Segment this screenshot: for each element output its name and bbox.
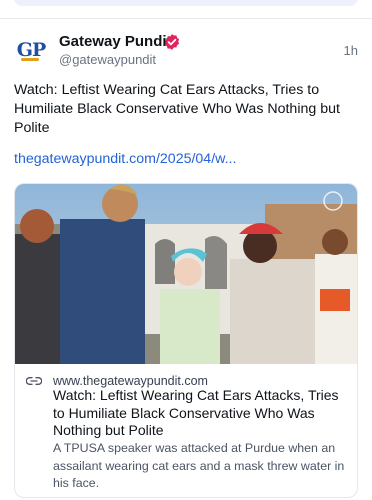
preview-image	[15, 184, 357, 364]
post-divider	[0, 18, 372, 19]
previous-post-bottom	[14, 0, 358, 6]
card-description: A TPUSA speaker was attacked at Purdue w…	[53, 441, 345, 490]
card-title[interactable]: Watch: Leftist Wearing Cat Ears Attacks,…	[53, 387, 349, 440]
avatar[interactable]: GP	[13, 33, 49, 69]
avatar-swoosh	[21, 58, 39, 61]
verified-badge-icon	[164, 34, 180, 50]
card-domain: www.thegatewaypundit.com	[53, 374, 208, 388]
author-handle[interactable]: @gatewaypundit	[59, 52, 156, 67]
post-timestamp[interactable]: 1h	[344, 43, 358, 58]
post-text: Watch: Leftist Wearing Cat Ears Attacks,…	[14, 82, 340, 136]
link-preview-card[interactable]: www.thegatewaypundit.com Watch: Leftist …	[14, 183, 358, 498]
previous-post-edge	[0, 0, 372, 8]
author-name[interactable]: Gateway Pundit	[59, 33, 172, 50]
link-chain-icon	[26, 377, 42, 385]
post-link[interactable]: thegatewaypundit.com/2025/04/w...	[14, 151, 236, 167]
